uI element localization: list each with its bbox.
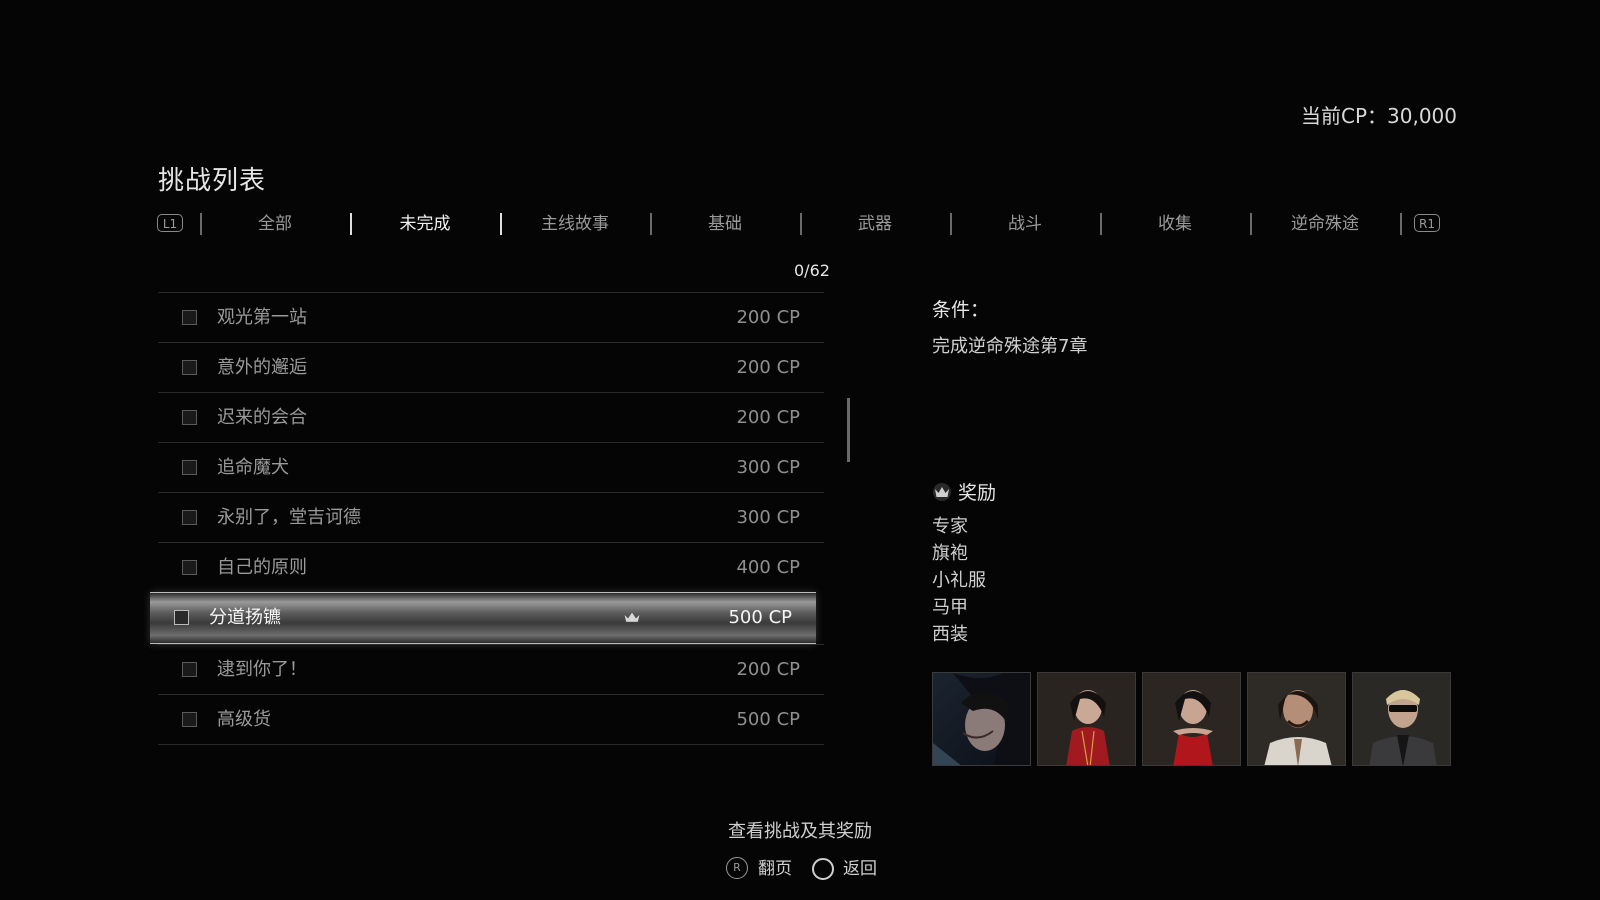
challenge-points: 500 CP	[728, 607, 792, 628]
list-scrollbar[interactable]	[847, 398, 850, 462]
challenge-name: 高级货	[217, 709, 271, 730]
r1-trigger-icon[interactable]: R1	[1414, 214, 1440, 232]
challenge-name: 迟来的会合	[217, 407, 307, 428]
challenge-points: 200 CP	[736, 307, 800, 328]
reward-label: 奖励	[958, 482, 997, 504]
challenge-points: 300 CP	[736, 457, 800, 478]
checkbox-icon	[182, 510, 197, 525]
category-tabs: L1 全部 未完成 主线故事 基础 武器 战斗 收集 逆命殊途 R1	[155, 210, 1445, 238]
checkbox-icon	[174, 610, 189, 625]
challenge-row[interactable]: 逮到你了！ 200 CP	[158, 644, 824, 694]
reward-item: 专家	[932, 516, 968, 537]
checkbox-icon	[182, 662, 197, 677]
current-cp: 当前CP：30,000	[1300, 104, 1457, 128]
checkbox-icon	[182, 460, 197, 475]
challenge-detail: 条件： 完成逆命殊途第7章	[932, 295, 1452, 358]
challenge-row[interactable]: 追命魔犬 300 CP	[158, 442, 824, 492]
challenge-name: 观光第一站	[217, 307, 307, 328]
checkbox-icon	[182, 712, 197, 727]
reward-heading: 奖励	[932, 478, 996, 505]
challenge-points: 300 CP	[736, 507, 800, 528]
challenge-name: 逮到你了！	[217, 659, 307, 680]
tab-incomplete[interactable]: 未完成	[350, 210, 500, 238]
challenge-points: 500 CP	[736, 709, 800, 730]
reward-list: 专家 旗袍 小礼服 马甲 西装	[932, 513, 986, 648]
tab-weapons[interactable]: 武器	[800, 210, 950, 238]
challenge-points: 200 CP	[736, 407, 800, 428]
portrait-luis-vest	[1247, 672, 1346, 766]
tab-collection[interactable]: 收集	[1100, 210, 1250, 238]
reward-item: 马甲	[932, 597, 968, 618]
challenge-row[interactable]: 意外的邂逅 200 CP	[158, 342, 824, 392]
tab-separate-ways[interactable]: 逆命殊途	[1250, 210, 1400, 238]
portrait-ada-dress	[1142, 672, 1241, 766]
portrait-wesker-suit	[1352, 672, 1451, 766]
portrait-ada-qipao	[1037, 672, 1136, 766]
challenge-row[interactable]: 高级货 500 CP	[158, 694, 824, 745]
checkbox-icon	[182, 310, 197, 325]
challenge-row[interactable]: 永别了，堂吉诃德 300 CP	[158, 492, 824, 542]
challenge-points: 200 CP	[736, 357, 800, 378]
tab-separator	[1400, 213, 1402, 235]
crown-icon	[623, 611, 641, 623]
tab-combat[interactable]: 战斗	[950, 210, 1100, 238]
page-title: 挑战列表	[158, 166, 267, 196]
challenge-name: 追命魔犬	[217, 457, 289, 478]
challenge-row-selected[interactable]: 分道扬镳 500 CP	[150, 592, 816, 644]
reward-item: 小礼服	[932, 570, 986, 591]
challenge-points: 400 CP	[736, 557, 800, 578]
challenge-row[interactable]: 观光第一站 200 CP	[158, 292, 824, 342]
right-stick-icon: R	[726, 857, 748, 879]
challenge-name: 自己的原则	[217, 557, 307, 578]
challenge-name: 意外的邂逅	[217, 357, 307, 378]
challenge-points: 200 CP	[736, 659, 800, 680]
tab-all[interactable]: 全部	[200, 210, 350, 238]
footer-hint: 查看挑战及其奖励	[728, 821, 872, 842]
challenge-list: 观光第一站 200 CP 意外的邂逅 200 CP 迟来的会合 200 CP 追…	[150, 292, 824, 745]
portrait-ada-expert	[932, 672, 1031, 766]
page-flip-label[interactable]: 翻页	[758, 855, 792, 883]
back-label[interactable]: 返回	[843, 855, 877, 883]
tab-basic[interactable]: 基础	[650, 210, 800, 238]
l1-trigger-icon[interactable]: L1	[157, 214, 183, 232]
progress-count: 0/62	[794, 261, 830, 280]
checkbox-icon	[182, 360, 197, 375]
challenge-row[interactable]: 自己的原则 400 CP	[158, 542, 824, 592]
challenge-row[interactable]: 迟来的会合 200 CP	[158, 392, 824, 442]
tab-main-story[interactable]: 主线故事	[500, 210, 650, 238]
crown-icon	[933, 483, 951, 501]
checkbox-icon	[182, 410, 197, 425]
reward-item: 旗袍	[932, 543, 968, 564]
challenge-name: 永别了，堂吉诃德	[217, 507, 361, 528]
challenge-name: 分道扬镳	[209, 607, 281, 628]
checkbox-icon	[182, 560, 197, 575]
condition-text: 完成逆命殊途第7章	[932, 336, 1088, 357]
circle-button-icon	[812, 858, 834, 880]
reward-item: 西装	[932, 624, 968, 645]
condition-label: 条件：	[932, 299, 990, 321]
